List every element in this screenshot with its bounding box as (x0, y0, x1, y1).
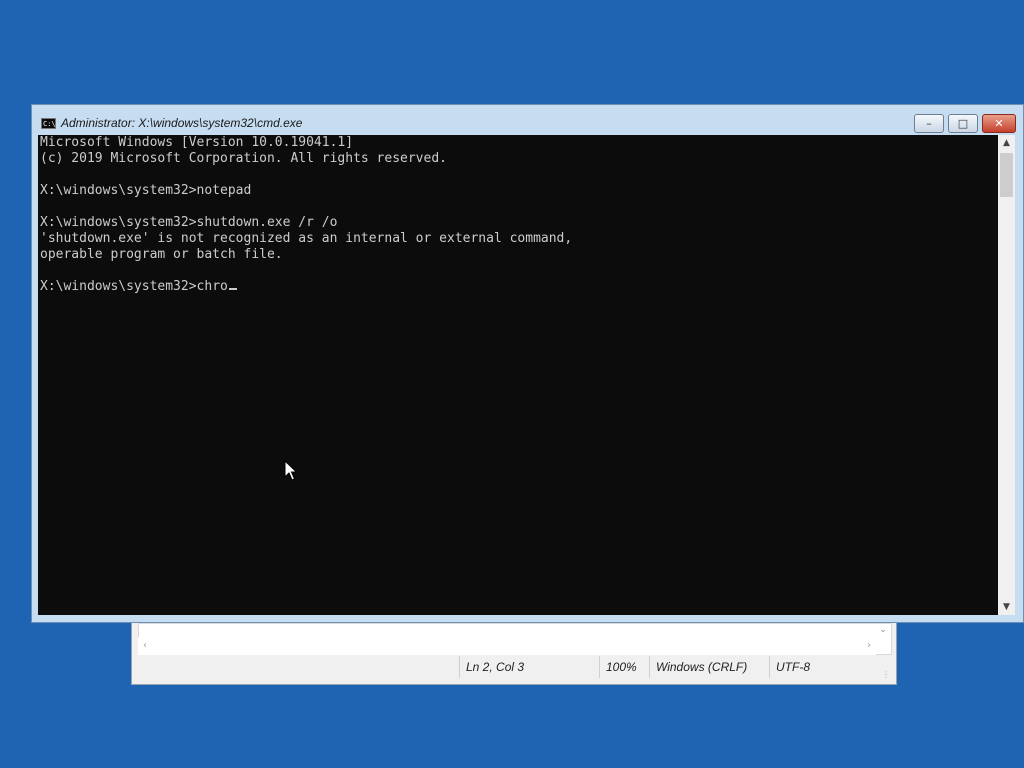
window-title: Administrator: X:\windows\system32\cmd.e… (61, 116, 303, 130)
status-encoding: UTF-8 (769, 656, 879, 678)
status-position: Ln 2, Col 3 (459, 656, 599, 678)
command-input[interactable]: chro (197, 279, 228, 294)
console-line: Microsoft Windows [Version 10.0.19041.1] (40, 135, 354, 150)
console-icon: C:\ (41, 118, 56, 129)
maximize-button[interactable]: □ (948, 114, 978, 133)
console-line: X:\windows\system32>notepad (40, 183, 252, 198)
chevron-up-icon[interactable]: ▲ (998, 135, 1015, 151)
cmd-window[interactable]: C:\ Administrator: X:\windows\system32\c… (31, 104, 1024, 623)
chevron-left-icon[interactable]: ‹ (138, 637, 152, 655)
console-line: 'shutdown.exe' is not recognized as an i… (40, 231, 573, 246)
mouse-pointer-icon (284, 460, 298, 481)
console-line: operable program or batch file. (40, 247, 283, 262)
resize-grip-icon[interactable]: ⋮ (882, 670, 892, 680)
console-line: (c) 2019 Microsoft Corporation. All righ… (40, 151, 447, 166)
vertical-scrollbar[interactable]: ▲ ▼ (998, 135, 1015, 615)
scrollbar-thumb[interactable] (1000, 153, 1013, 197)
status-zoom: 100% (599, 656, 649, 678)
console-line: X:\windows\system32>shutdown.exe /r /o (40, 215, 338, 230)
text-cursor (228, 288, 237, 290)
notepad-horizontal-scrollbar[interactable]: ‹ › (138, 637, 876, 655)
minimize-button[interactable]: – (914, 114, 944, 133)
chevron-down-icon[interactable]: ▼ (998, 599, 1015, 615)
status-line-ending: Windows (CRLF) (649, 656, 769, 678)
console-output[interactable]: Microsoft Windows [Version 10.0.19041.1]… (38, 135, 998, 615)
chevron-right-icon[interactable]: › (862, 637, 876, 655)
close-button[interactable]: ✕ (982, 114, 1016, 133)
command-prompt-line[interactable]: X:\windows\system32>chro (40, 279, 998, 295)
chevron-down-icon[interactable]: ⌄ (876, 623, 890, 637)
title-bar[interactable]: C:\ Administrator: X:\windows\system32\c… (32, 105, 1023, 135)
notepad-status-bar: Ln 2, Col 3 100% Windows (CRLF) UTF-8 (138, 656, 892, 678)
prompt-text: X:\windows\system32> (40, 279, 197, 294)
